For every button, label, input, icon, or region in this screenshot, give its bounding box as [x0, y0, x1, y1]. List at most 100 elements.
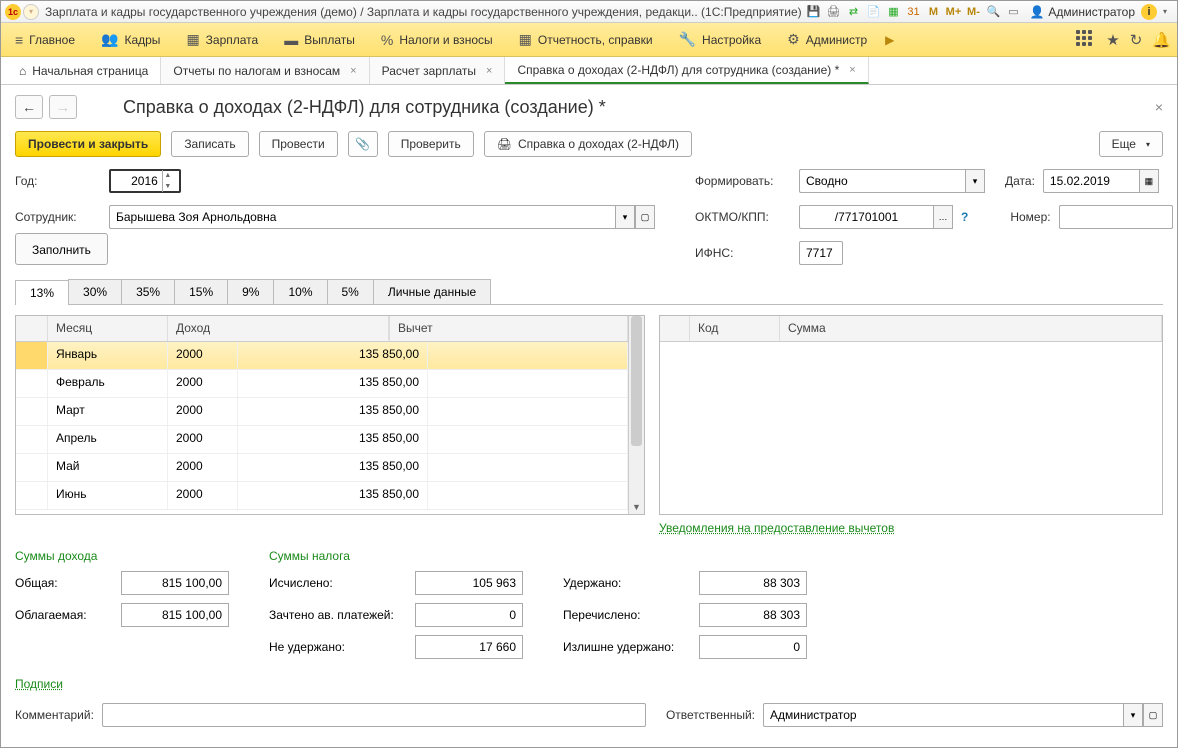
table-row[interactable]: Июнь2000135 850,00	[16, 482, 628, 510]
close-icon[interactable]: ×	[486, 65, 492, 77]
apps-grid-icon[interactable]	[1076, 30, 1096, 50]
year-field[interactable]	[117, 171, 162, 191]
menu-hr[interactable]: 👥Кадры	[93, 25, 168, 54]
number-field[interactable]	[1066, 206, 1166, 228]
table-row[interactable]: Март2000135 850,00	[16, 398, 628, 426]
table-row[interactable]: Май2000135 850,00	[16, 454, 628, 482]
tab-13[interactable]: 13%	[15, 280, 69, 305]
doc-icon[interactable]: 📄	[865, 4, 881, 20]
tab-personal[interactable]: Личные данные	[373, 279, 491, 304]
ifns-input[interactable]	[799, 241, 843, 265]
responsible-dropdown[interactable]: ▾	[1123, 703, 1143, 727]
tab-9[interactable]: 9%	[227, 279, 274, 304]
number-input[interactable]	[1059, 205, 1173, 229]
responsible-input[interactable]	[763, 703, 1123, 727]
close-page-button[interactable]: ×	[1155, 99, 1163, 115]
responsible-open[interactable]: ▢	[1143, 703, 1163, 727]
date-input[interactable]	[1043, 169, 1139, 193]
transferred-field[interactable]	[699, 603, 807, 627]
tab-10[interactable]: 10%	[273, 279, 327, 304]
menu-payments[interactable]: ▬Выплаты	[276, 26, 363, 54]
menu-reports[interactable]: ▦Отчетность, справки	[511, 25, 661, 54]
responsible-field[interactable]	[770, 704, 1117, 726]
tab-35[interactable]: 35%	[121, 279, 175, 304]
nav-back-button[interactable]: ←	[15, 95, 43, 119]
scrollbar[interactable]: ▼	[628, 316, 644, 514]
close-icon[interactable]: ×	[350, 65, 356, 77]
menu-admin[interactable]: ⚙Администр	[779, 25, 875, 54]
menu-salary[interactable]: ▦Зарплата	[178, 25, 266, 54]
excess-field[interactable]	[699, 635, 807, 659]
notwithheld-field[interactable]	[415, 635, 523, 659]
signatures-link[interactable]: Подписи	[15, 677, 63, 691]
comment-field[interactable]	[109, 704, 639, 726]
tab-home[interactable]: ⌂Начальная страница	[7, 57, 161, 84]
menu-settings[interactable]: 🔧Настройка	[671, 25, 770, 54]
calendar-icon[interactable]: 31	[905, 4, 921, 20]
form-field[interactable]	[806, 170, 959, 192]
menu-taxes[interactable]: %Налоги и взносы	[373, 26, 501, 54]
titlebar-chevron[interactable]: ▾	[1157, 4, 1173, 20]
tab-tax-reports[interactable]: Отчеты по налогам и взносам×	[161, 57, 369, 84]
titlebar-dropdown[interactable]: ▾	[23, 4, 39, 20]
window-icon[interactable]: ▭	[1005, 4, 1021, 20]
employee-input[interactable]	[109, 205, 615, 229]
info-icon[interactable]: i	[1141, 4, 1157, 20]
employee-dropdown[interactable]: ▾	[615, 205, 635, 229]
history-icon[interactable]: ↻	[1130, 31, 1143, 49]
advance-field[interactable]	[415, 603, 523, 627]
mem-mplus-icon[interactable]: M+	[945, 4, 961, 20]
form-input[interactable]	[799, 169, 965, 193]
table-row[interactable]: Февраль2000135 850,00	[16, 370, 628, 398]
mem-mminus-icon[interactable]: M-	[965, 4, 981, 20]
deduction-notif-link[interactable]: Уведомления на предоставление вычетов	[659, 521, 894, 535]
ifns-field[interactable]	[806, 242, 836, 264]
oktmo-select[interactable]: …	[933, 205, 953, 229]
menu-main[interactable]: ≡Главное	[7, 26, 83, 54]
post-and-close-button[interactable]: Провести и закрыть	[15, 131, 161, 157]
date-field[interactable]	[1050, 170, 1133, 192]
tab-5[interactable]: 5%	[327, 279, 374, 304]
table-row[interactable]: Январь2000135 850,00	[16, 342, 628, 370]
user-menu[interactable]: 👤 Администратор	[1029, 5, 1135, 19]
tab-salary-calc[interactable]: Расчет зарплаты×	[370, 57, 506, 84]
spinner-up[interactable]: ▲	[163, 170, 173, 181]
taxable-field[interactable]	[121, 603, 229, 627]
post-button[interactable]: Провести	[259, 131, 338, 157]
save-icon[interactable]: 💾	[805, 4, 821, 20]
compare-icon[interactable]: ⇄	[845, 4, 861, 20]
print-cert-button[interactable]: 🖨Справка о доходах (2-НДФЛ)	[484, 131, 692, 157]
income-table[interactable]: Месяц Доход Вычет Январь2000135 850,00 Ф…	[15, 315, 645, 515]
save-button[interactable]: Записать	[171, 131, 248, 157]
tab-ndfl-cert[interactable]: Справка о доходах (2-НДФЛ) для сотрудник…	[505, 57, 868, 84]
table-row[interactable]: Апрель2000135 850,00	[16, 426, 628, 454]
mem-m-icon[interactable]: M	[925, 4, 941, 20]
tab-30[interactable]: 30%	[68, 279, 122, 304]
close-icon[interactable]: ×	[849, 64, 855, 76]
year-input[interactable]: ▲▼	[109, 169, 181, 193]
nav-forward-button[interactable]: →	[49, 95, 77, 119]
form-dropdown[interactable]: ▾	[965, 169, 985, 193]
menu-overflow-icon[interactable]: ▶	[885, 33, 894, 47]
deduction-table[interactable]: Код Сумма	[659, 315, 1163, 515]
spinner-down[interactable]: ▼	[163, 181, 173, 192]
bell-icon[interactable]: 🔔	[1152, 31, 1171, 49]
calc-icon[interactable]: ▦	[885, 4, 901, 20]
oktmo-field[interactable]	[806, 206, 927, 228]
comment-input[interactable]	[102, 703, 646, 727]
star-icon[interactable]: ★	[1106, 31, 1119, 49]
calc-field[interactable]	[415, 571, 523, 595]
attach-button[interactable]: 📎	[348, 131, 378, 157]
total-field[interactable]	[121, 571, 229, 595]
employee-open[interactable]: ▢	[635, 205, 655, 229]
zoom-icon[interactable]: 🔍	[985, 4, 1001, 20]
date-picker[interactable]: ▦	[1139, 169, 1159, 193]
fill-button[interactable]: Заполнить	[15, 233, 108, 265]
withheld-field[interactable]	[699, 571, 807, 595]
more-button[interactable]: Еще▾	[1099, 131, 1163, 157]
print-icon[interactable]: 🖨	[825, 4, 841, 20]
tab-15[interactable]: 15%	[174, 279, 228, 304]
oktmo-input[interactable]	[799, 205, 933, 229]
check-button[interactable]: Проверить	[388, 131, 474, 157]
help-icon[interactable]: ?	[961, 210, 968, 224]
